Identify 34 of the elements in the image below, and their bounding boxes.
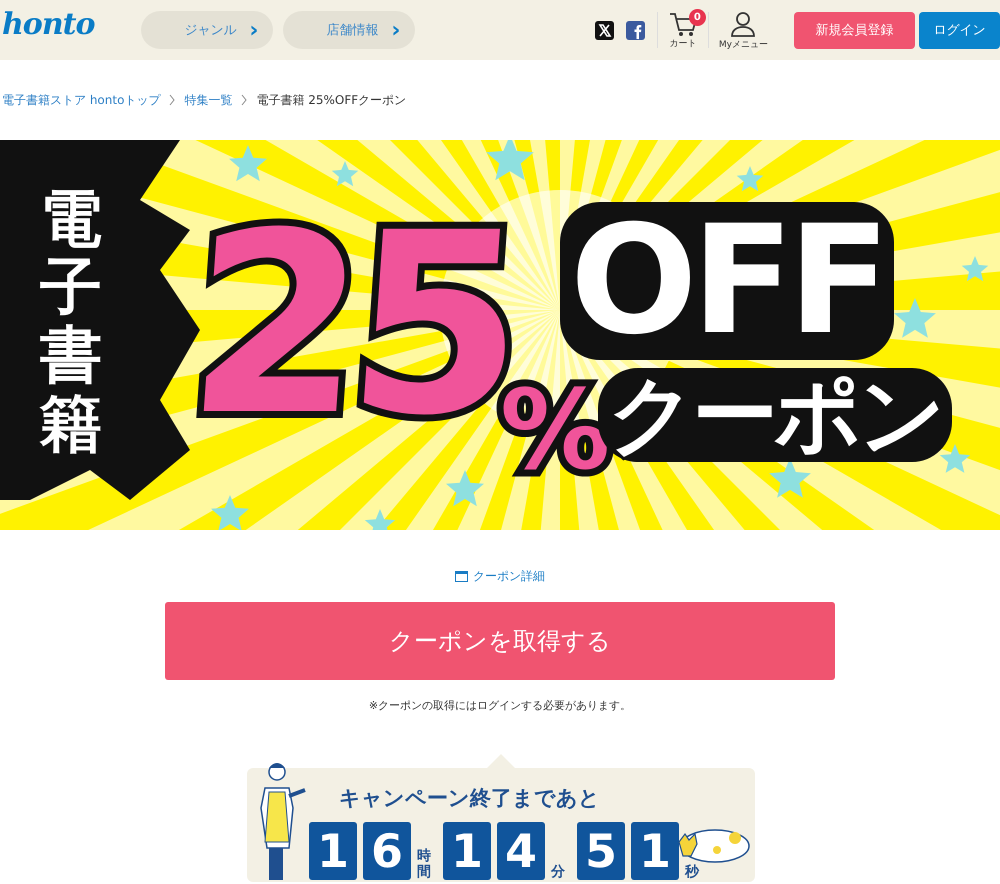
countdown-digit: 6 [363,822,411,880]
user-icon[interactable] [729,10,758,38]
countdown-digit: 4 [497,822,545,880]
nav-menu-button[interactable]: ジャンル › [140,11,272,49]
countdown-unit-label: 分 [551,864,565,880]
countdown-digit: 1 [443,822,491,880]
login-button[interactable]: ログイン [919,12,1000,48]
breadcrumb-link[interactable]: 特集一覧 [184,92,232,108]
countdown-digit: 5 [577,822,625,880]
coupon-detail-link[interactable]: クーポン詳細 [455,568,545,585]
countdown-unit-label: 時間 [417,849,431,880]
my-menu-label: Myメニュー [718,38,768,50]
honto-logo[interactable]: honto [2,6,94,42]
register-button[interactable]: 新規会員登録 [794,12,915,48]
chevron-icon: › [249,18,258,42]
banner-off-text: OFF [560,202,894,360]
banner-vertical-title: 電子書籍 [40,185,102,458]
countdown-digit: 1 [631,822,679,880]
x-icon[interactable] [594,20,614,40]
login-required-note: ※クーポンの取得にはログインする必要があります。 [368,698,632,713]
countdown-title: キャンペーン終了まであと [339,785,600,812]
facebook-icon[interactable] [626,20,645,40]
chevron-icon [240,93,248,107]
countdown-unit-label: 秒 [685,864,699,880]
chevron-icon [168,93,176,107]
get-coupon-button[interactable]: クーポンを取得する [165,602,835,680]
breadcrumb-link[interactable]: 電子書籍ストア hontoトップ [2,92,160,108]
cart-label: カート [669,38,696,50]
cart-count-badge: 0 [688,8,706,26]
nav-menu-button[interactable]: 店舗情報 › [282,11,414,49]
chevron-icon: › [391,18,400,42]
countdown-digit: 1 [309,822,357,880]
window-icon [455,571,468,582]
breadcrumb-current: 電子書籍 25%OFFクーポン [256,92,406,108]
